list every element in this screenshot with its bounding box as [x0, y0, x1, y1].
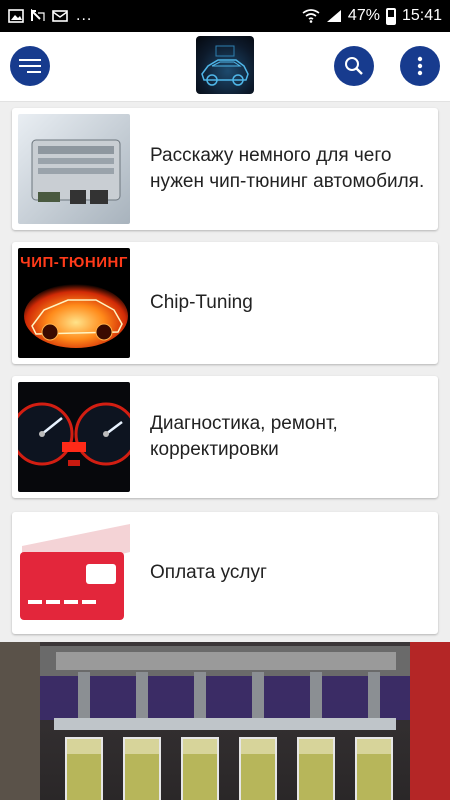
- list-item[interactable]: Расскажу немного для чего нужен чип-тюни…: [12, 108, 438, 230]
- wifi-icon: [302, 9, 320, 23]
- overflow-menu-button[interactable]: [400, 46, 440, 86]
- item-title: Оплата услуг: [150, 562, 267, 583]
- battery-percent: 47%: [347, 7, 380, 24]
- item-title: Диагностика, ремонт, корректировки: [150, 413, 338, 460]
- menu-button[interactable]: [10, 46, 50, 86]
- status-bar: ... 47% 15:41: [0, 0, 450, 32]
- list-item[interactable]: Оплата услуг: [12, 512, 438, 634]
- thumbnail-caption: ЧИП-ТЮНИНГ: [20, 254, 128, 271]
- item-title: Chip-Tuning: [150, 292, 253, 313]
- injector-stand-image: [0, 642, 450, 800]
- app-bar: [0, 32, 450, 102]
- menu-icon: [19, 59, 41, 73]
- item-title: Расскажу немного для чего нужен чип-тюни…: [150, 145, 425, 192]
- payment-thumbnail: [18, 518, 130, 628]
- chip-tuning-thumbnail: ЧИП-ТЮНИНГ: [18, 248, 130, 358]
- image-icon: [8, 9, 24, 23]
- signal-icon: [326, 10, 341, 22]
- ecu-thumbnail: [18, 114, 130, 224]
- more-notifications: ...: [76, 7, 93, 24]
- clock: 15:41: [401, 7, 442, 24]
- search-icon: [345, 57, 363, 75]
- list-item[interactable]: Диагностика, ремонт, корректировки: [12, 376, 438, 498]
- list-item[interactable]: ЧИП-ТЮНИНГ Chip-Tuning: [12, 242, 438, 364]
- mail-icon: [52, 10, 68, 22]
- missed-call-icon: [31, 9, 45, 21]
- battery-icon: [385, 7, 396, 25]
- search-button[interactable]: [334, 46, 374, 86]
- more-vertical-icon: [417, 56, 423, 76]
- car-logo: [196, 36, 254, 94]
- dashboard-thumbnail: [18, 382, 130, 492]
